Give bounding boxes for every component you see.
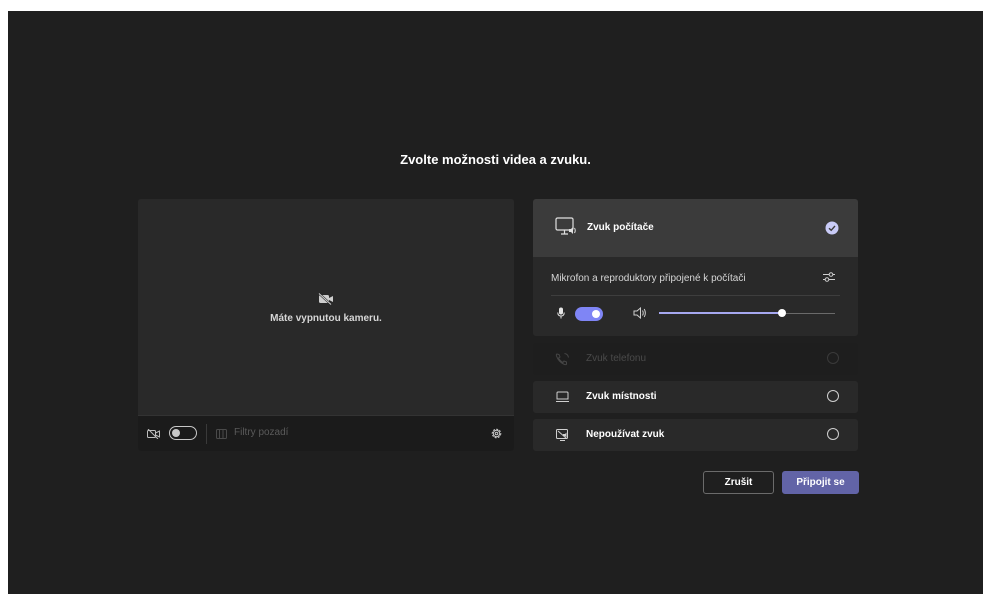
prejoin-screen: Zvolte možnosti videa a zvuku. Máte vypn… <box>8 11 983 594</box>
computer-audio-header[interactable]: Zvuk počítače <box>533 199 858 257</box>
volume-slider-thumb[interactable] <box>778 309 787 317</box>
video-preview: Máte vypnutou kameru. <box>138 199 514 415</box>
speaker-icon <box>633 307 646 319</box>
camera-toggle[interactable] <box>169 426 197 440</box>
background-filters-icon <box>216 429 227 439</box>
no-audio-radio[interactable] <box>827 428 839 440</box>
phone-audio-label: Zvuk telefonu <box>586 353 647 364</box>
page-title: Zvolte možnosti videa a zvuku. <box>400 152 591 167</box>
computer-audio-label: Zvuk počítače <box>587 222 654 233</box>
sliders-icon[interactable] <box>822 270 836 284</box>
check-circle-icon <box>825 221 839 235</box>
microphone-toggle[interactable] <box>575 307 603 321</box>
computer-audio-option[interactable]: Zvuk počítače Mikrofon a reproduktory př… <box>533 199 858 336</box>
phone-audio-radio <box>827 352 839 364</box>
background-filters-button[interactable]: Filtry pozadí <box>234 427 288 438</box>
video-preview-panel: Máte vypnutou kameru. Filtry pozadí <box>138 199 514 451</box>
toolbar-divider <box>206 424 207 444</box>
room-audio-label: Zvuk místnosti <box>586 391 657 402</box>
video-toolbar: Filtry pozadí <box>138 415 514 451</box>
computer-audio-icon <box>555 217 576 235</box>
gear-icon[interactable] <box>490 427 503 440</box>
join-button[interactable]: Připojit se <box>782 471 859 494</box>
volume-slider-fill <box>659 312 783 314</box>
room-audio-option[interactable]: Zvuk místnosti <box>533 381 858 413</box>
no-audio-icon <box>556 429 568 441</box>
phone-audio-option: Zvuk telefonu <box>533 343 858 375</box>
room-icon <box>556 391 569 402</box>
audio-device-text: Mikrofon a reproduktory připojené k počí… <box>551 273 746 284</box>
no-audio-label: Nepoužívat zvuk <box>586 429 665 440</box>
camera-off-icon <box>318 293 333 305</box>
camera-off-message: Máte vypnutou kameru. <box>270 313 382 324</box>
no-audio-option[interactable]: Nepoužívat zvuk <box>533 419 858 451</box>
cancel-button[interactable]: Zrušit <box>703 471 774 494</box>
microphone-icon <box>557 307 565 319</box>
room-audio-radio[interactable] <box>827 390 839 402</box>
camera-off-icon <box>147 429 160 439</box>
divider <box>551 295 840 296</box>
phone-icon <box>555 353 569 366</box>
